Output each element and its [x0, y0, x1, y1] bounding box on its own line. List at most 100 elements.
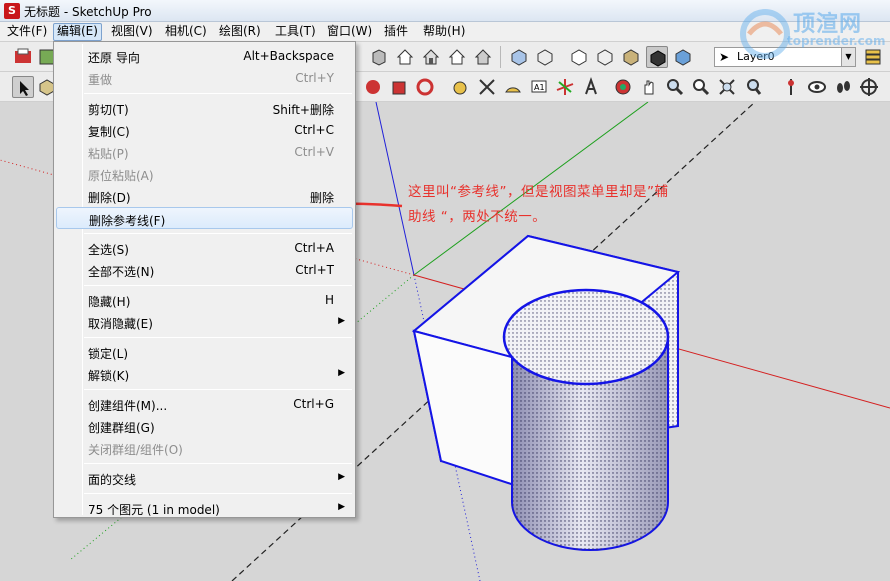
- menu-item-select-none[interactable]: 全部不选(N) Ctrl+T: [56, 259, 353, 281]
- style-icon[interactable]: [672, 46, 694, 68]
- home-view-icon[interactable]: [394, 46, 416, 68]
- annotation-line-2: 助线 “，两处不统一。: [408, 209, 547, 225]
- 3d-text-icon[interactable]: [580, 76, 602, 98]
- axes-tool-icon[interactable]: [554, 76, 576, 98]
- wireframe-icon[interactable]: [534, 46, 556, 68]
- submenu-arrow-icon: ▶: [338, 316, 345, 326]
- menu-item-label: 隐藏(H): [88, 295, 131, 309]
- menu-separator: [84, 337, 352, 338]
- section-plane-icon[interactable]: [858, 76, 880, 98]
- menu-item-delete-guides[interactable]: 删除参考线(F): [56, 207, 353, 229]
- menu-item-label: 创建组件(M)...: [88, 399, 168, 413]
- menu-item-label: 粘贴(P): [88, 147, 129, 161]
- menu-item-paste-in-place[interactable]: 原位粘贴(A): [56, 163, 353, 185]
- menu-item-label: 剪切(T): [88, 103, 129, 117]
- position-camera-icon[interactable]: [780, 76, 802, 98]
- cylinder-top-face[interactable]: [502, 288, 670, 386]
- menu-bar: 文件(F) 编辑(E) 视图(V) 相机(C) 绘图(R) 工具(T) 窗口(W…: [0, 22, 890, 42]
- annotation-text: 这里叫“参考线”，但是视图菜单里却是”辅 助线 “，两处不统一。: [408, 180, 738, 230]
- toolbar-separator: [500, 46, 501, 68]
- protractor-icon[interactable]: [502, 76, 524, 98]
- menu-item-undo[interactable]: 还原 导向 Alt+Backspace: [56, 45, 353, 67]
- menu-item-hide[interactable]: 隐藏(H) H: [56, 289, 353, 311]
- zoom-icon[interactable]: [664, 76, 686, 98]
- menu-camera[interactable]: 相机(C): [162, 24, 210, 41]
- walk-icon[interactable]: [832, 76, 854, 98]
- menu-item-unlock[interactable]: 解锁(K) ▶: [56, 363, 353, 385]
- menu-item-shortcut: 删除: [309, 191, 334, 205]
- menu-item-redo[interactable]: 重做 Ctrl+Y: [56, 67, 353, 89]
- menu-item-entity-context[interactable]: 75 个图元 (1 in model) ▶: [56, 497, 353, 519]
- tape-measure-icon[interactable]: [450, 76, 472, 98]
- menu-separator: [84, 285, 352, 286]
- zoom-window-icon[interactable]: [690, 76, 712, 98]
- cursor-icon: ➤: [719, 50, 730, 64]
- menu-item-label: 取消隐藏(E): [88, 317, 153, 331]
- menu-plugins[interactable]: 插件: [381, 24, 411, 41]
- xray-icon[interactable]: [508, 46, 530, 68]
- menu-item-label: 全部不选(N): [88, 265, 155, 279]
- menu-item-make-component[interactable]: 创建组件(M)... Ctrl+G: [56, 393, 353, 415]
- orbit-icon[interactable]: [612, 76, 634, 98]
- menu-item-shortcut: Shift+删除: [272, 103, 334, 117]
- menu-item-shortcut: Ctrl+C: [294, 123, 334, 137]
- hidden-line-icon[interactable]: [568, 46, 590, 68]
- back-view-icon[interactable]: [472, 46, 494, 68]
- look-around-icon[interactable]: [806, 76, 828, 98]
- menu-item-close-group[interactable]: 关闭群组/组件(O): [56, 437, 353, 459]
- open-model-icon[interactable]: [12, 46, 34, 68]
- menu-item-shortcut: H: [324, 293, 334, 307]
- menu-item-label: 面的交线: [88, 473, 137, 487]
- text-tool-icon[interactable]: A1: [528, 76, 550, 98]
- select-tool-icon[interactable]: [12, 76, 34, 98]
- menu-item-lock[interactable]: 锁定(L): [56, 341, 353, 363]
- menu-tools[interactable]: 工具(T): [272, 24, 319, 41]
- menu-item-label: 删除参考线(F): [89, 214, 166, 228]
- menu-item-shortcut: Ctrl+T: [295, 263, 334, 277]
- menu-item-select-all[interactable]: 全选(S) Ctrl+A: [56, 237, 353, 259]
- menu-item-shortcut: Alt+Backspace: [243, 49, 334, 63]
- menu-file[interactable]: 文件(F): [4, 24, 50, 41]
- menu-window[interactable]: 窗口(W): [324, 24, 375, 41]
- menu-item-unhide[interactable]: 取消隐藏(E) ▶: [56, 311, 353, 333]
- menu-item-delete[interactable]: 删除(D) 删除: [56, 185, 353, 207]
- sketchup-logo-icon: S: [4, 3, 20, 19]
- menu-item-cut[interactable]: 剪切(T) Shift+删除: [56, 97, 353, 119]
- menu-item-label: 全选(S): [88, 243, 129, 257]
- menu-view[interactable]: 视图(V): [108, 24, 156, 41]
- menu-help[interactable]: 帮助(H): [420, 24, 468, 41]
- menu-item-paste[interactable]: 粘贴(P) Ctrl+V: [56, 141, 353, 163]
- monochrome-icon[interactable]: [646, 46, 668, 68]
- annotation-line-1: 这里叫“参考线”，但是视图菜单里却是”辅: [408, 184, 669, 200]
- menu-item-label: 解锁(K): [88, 369, 130, 383]
- layer-dropdown[interactable]: ➤ Layer0 ▼: [714, 47, 856, 67]
- iso-view-icon[interactable]: [368, 46, 390, 68]
- menu-item-label: 复制(C): [88, 125, 130, 139]
- menu-item-copy[interactable]: 复制(C) Ctrl+C: [56, 119, 353, 141]
- zoom-extents-icon[interactable]: [716, 76, 738, 98]
- menu-item-label: 关闭群组/组件(O): [88, 443, 183, 457]
- follow-me-icon[interactable]: [414, 76, 436, 98]
- shaded-icon[interactable]: [594, 46, 616, 68]
- menu-item-intersect-faces[interactable]: 面的交线 ▶: [56, 467, 353, 489]
- layer-manager-icon[interactable]: [862, 46, 884, 68]
- menu-item-label: 锁定(L): [88, 347, 129, 361]
- dimension-icon[interactable]: [476, 76, 498, 98]
- title-bar: S 无标题 - SketchUp Pro: [0, 0, 890, 22]
- menu-item-label: 删除(D): [88, 191, 131, 205]
- menu-draw[interactable]: 绘图(R): [216, 24, 264, 41]
- chevron-down-icon[interactable]: ▼: [841, 48, 855, 66]
- right-view-icon[interactable]: [446, 46, 468, 68]
- previous-view-icon[interactable]: [742, 76, 764, 98]
- front-view-icon[interactable]: [420, 46, 442, 68]
- menu-item-shortcut: Ctrl+V: [294, 145, 334, 159]
- paint-bucket-icon[interactable]: [362, 76, 384, 98]
- menu-separator: [84, 233, 352, 234]
- push-pull-icon[interactable]: [388, 76, 410, 98]
- menu-edit[interactable]: 编辑(E): [53, 23, 102, 41]
- svg-text:A1: A1: [534, 83, 545, 92]
- menu-item-make-group[interactable]: 创建群组(G): [56, 415, 353, 437]
- pan-icon[interactable]: [638, 76, 660, 98]
- shaded-texture-icon[interactable]: [620, 46, 642, 68]
- layer-name: Layer0: [737, 50, 775, 63]
